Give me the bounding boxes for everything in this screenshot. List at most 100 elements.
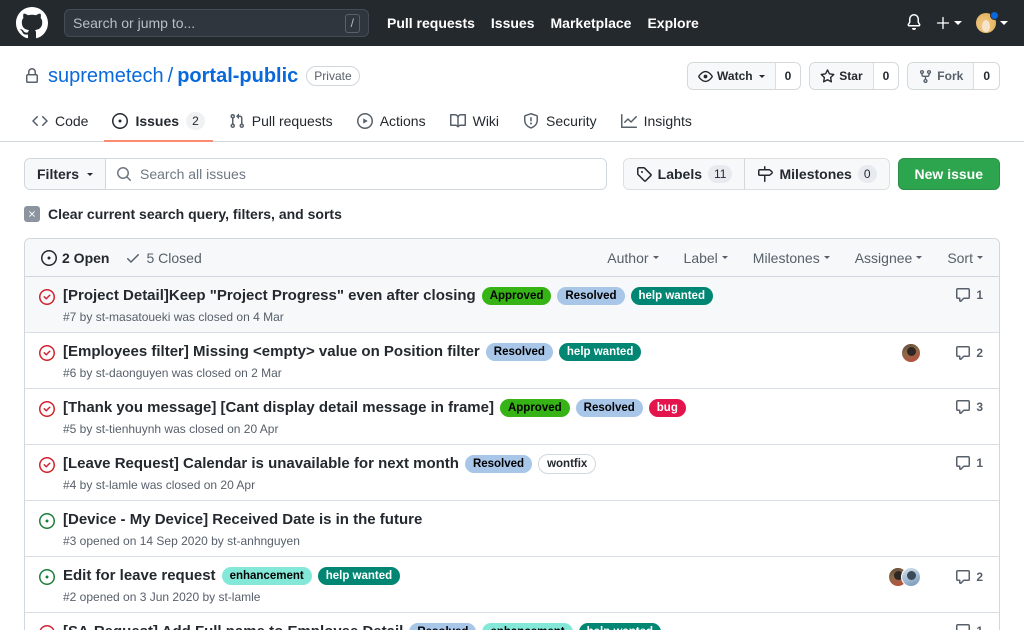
global-header-actions <box>906 11 1008 33</box>
assignee-filter-label: Assignee <box>854 249 913 266</box>
fork-button[interactable]: Fork <box>908 63 974 89</box>
issue-label[interactable]: Resolved <box>464 454 533 473</box>
nav-explore[interactable]: Explore <box>647 15 698 31</box>
github-mark-icon[interactable] <box>16 7 48 39</box>
watch-label: Watch <box>717 69 753 83</box>
open-count-label: 2 Open <box>62 249 110 266</box>
tab-security[interactable]: Security <box>515 104 605 142</box>
x-circle-icon <box>24 206 40 222</box>
issue-row[interactable]: [Project Detail]Keep "Project Progress" … <box>25 277 999 333</box>
issue-row-right: 2 <box>853 343 983 363</box>
issue-comment-count[interactable]: 2 <box>949 345 983 361</box>
issue-closed-icon <box>39 345 55 361</box>
comment-count-value: 2 <box>976 570 983 584</box>
tab-issues-label: Issues <box>135 113 180 129</box>
issue-label[interactable]: help wanted <box>558 342 642 361</box>
issue-row[interactable]: [Leave Request] Calendar is unavailable … <box>25 445 999 501</box>
author-filter-label: Author <box>607 249 649 266</box>
issue-comment-count[interactable]: 1 <box>949 623 983 630</box>
issue-title-link[interactable]: [Device - My Device] Received Date is in… <box>63 509 422 530</box>
notification-dot-icon <box>990 11 999 20</box>
issue-title-link[interactable]: Edit for leave request <box>63 565 216 586</box>
label-filter[interactable]: Label <box>684 250 728 266</box>
watch-count[interactable]: 0 <box>774 63 801 89</box>
issue-label[interactable]: Resolved <box>575 398 643 417</box>
clear-search-row[interactable]: Clear current search query, filters, and… <box>24 206 1000 222</box>
fork-button-group[interactable]: Fork 0 <box>907 62 1000 90</box>
new-issue-button[interactable]: New issue <box>897 158 1000 190</box>
issue-title-link[interactable]: [Employees filter] Missing <empty> value… <box>63 341 480 362</box>
issue-row[interactable]: [Employees filter] Missing <empty> value… <box>25 333 999 389</box>
shield-icon <box>523 113 539 129</box>
issue-comment-count[interactable]: 1 <box>949 287 983 303</box>
issues-search-input[interactable]: Search all issues <box>106 159 606 189</box>
tab-wiki-label: Wiki <box>472 113 500 129</box>
issue-label[interactable]: Approved <box>499 398 570 417</box>
star-button-group[interactable]: Star 0 <box>809 62 900 90</box>
issue-label[interactable]: wontfix <box>538 453 597 474</box>
watch-button[interactable]: Watch <box>688 63 775 89</box>
star-count[interactable]: 0 <box>872 63 899 89</box>
tab-issues[interactable]: Issues 2 <box>104 104 213 142</box>
issue-label[interactable]: help wanted <box>578 622 662 630</box>
issue-label[interactable]: enhancement <box>221 566 312 585</box>
global-search-box[interactable]: Search or jump to... / <box>64 9 369 37</box>
visibility-badge: Private <box>306 66 360 86</box>
issue-label[interactable]: help wanted <box>317 566 401 585</box>
global-header: Search or jump to... / Pull requests Iss… <box>0 0 1024 46</box>
issue-label[interactable]: Resolved <box>557 286 625 305</box>
avatar[interactable] <box>901 343 921 363</box>
issue-row[interactable]: [Thank you message] [Cant display detail… <box>25 389 999 445</box>
create-new-menu[interactable] <box>936 16 962 30</box>
nav-pull-requests[interactable]: Pull requests <box>387 15 475 31</box>
issue-comment-count[interactable]: 2 <box>949 569 983 585</box>
issue-label[interactable]: bug <box>648 398 686 417</box>
tab-code[interactable]: Code <box>24 104 96 142</box>
issue-title-link[interactable]: [Leave Request] Calendar is unavailable … <box>63 453 459 474</box>
issue-title-link[interactable]: [SA-Request] Add Full name to Employee D… <box>63 621 403 630</box>
issue-title-link[interactable]: [Project Detail]Keep "Project Progress" … <box>63 285 476 306</box>
plus-icon <box>936 16 950 30</box>
milestones-label: Milestones <box>779 166 852 182</box>
issue-label[interactable]: Resolved <box>485 342 553 361</box>
nav-marketplace[interactable]: Marketplace <box>551 15 632 31</box>
issue-label[interactable]: Approved <box>481 286 552 305</box>
issue-comment-count[interactable]: 1 <box>949 455 983 471</box>
issue-closed-icon <box>39 625 55 630</box>
issues-page-content: Filters Search all issues Labels 11 Mile… <box>0 142 1024 630</box>
repo-owner-link[interactable]: supremetech <box>48 65 164 88</box>
assignee-filter[interactable]: Assignee <box>855 250 923 266</box>
filter-closed-issues[interactable]: 5 Closed <box>125 250 202 266</box>
filter-open-issues[interactable]: 2 Open <box>41 249 110 266</box>
repo-name-link[interactable]: portal-public <box>177 65 298 88</box>
issue-main: Edit for leave request enhancement help wa… <box>63 565 853 604</box>
issue-row[interactable]: Edit for leave request enhancement help wa… <box>25 557 999 613</box>
avatar[interactable] <box>901 567 921 587</box>
issue-comment-count[interactable]: 3 <box>949 399 983 415</box>
milestones-button[interactable]: Milestones 0 <box>744 159 889 189</box>
repository-actions: Watch 0 Star 0 Fork 0 <box>687 62 1000 90</box>
author-filter[interactable]: Author <box>607 249 659 266</box>
fork-count[interactable]: 0 <box>973 63 999 89</box>
bell-icon[interactable] <box>906 14 922 32</box>
account-menu[interactable] <box>976 11 1008 33</box>
tab-actions[interactable]: Actions <box>349 104 434 142</box>
issue-label[interactable]: help wanted <box>630 286 713 305</box>
issue-label[interactable]: enhancement <box>482 622 573 630</box>
issue-row[interactable]: [Device - My Device] Received Date is in… <box>25 501 999 557</box>
filters-dropdown-button[interactable]: Filters <box>25 159 107 189</box>
sort-filter[interactable]: Sort <box>947 250 983 266</box>
tab-pull-requests[interactable]: Pull requests <box>221 104 341 142</box>
nav-issues[interactable]: Issues <box>491 15 535 31</box>
issue-row[interactable]: [SA-Request] Add Full name to Employee D… <box>25 613 999 630</box>
labels-button[interactable]: Labels 11 <box>623 159 745 189</box>
issue-title-link[interactable]: [Thank you message] [Cant display detail… <box>63 397 494 418</box>
star-button[interactable]: Star <box>810 63 873 89</box>
tab-wiki[interactable]: Wiki <box>442 104 507 142</box>
watch-button-group[interactable]: Watch 0 <box>687 62 802 90</box>
tab-insights[interactable]: Insights <box>613 104 700 142</box>
milestones-filter[interactable]: Milestones <box>753 250 830 266</box>
repository-tabs: Code Issues 2 Pull requests Actions Wiki… <box>0 104 1024 142</box>
global-search-input[interactable]: Search or jump to... <box>73 15 345 31</box>
issue-label[interactable]: Resolved <box>409 622 477 630</box>
